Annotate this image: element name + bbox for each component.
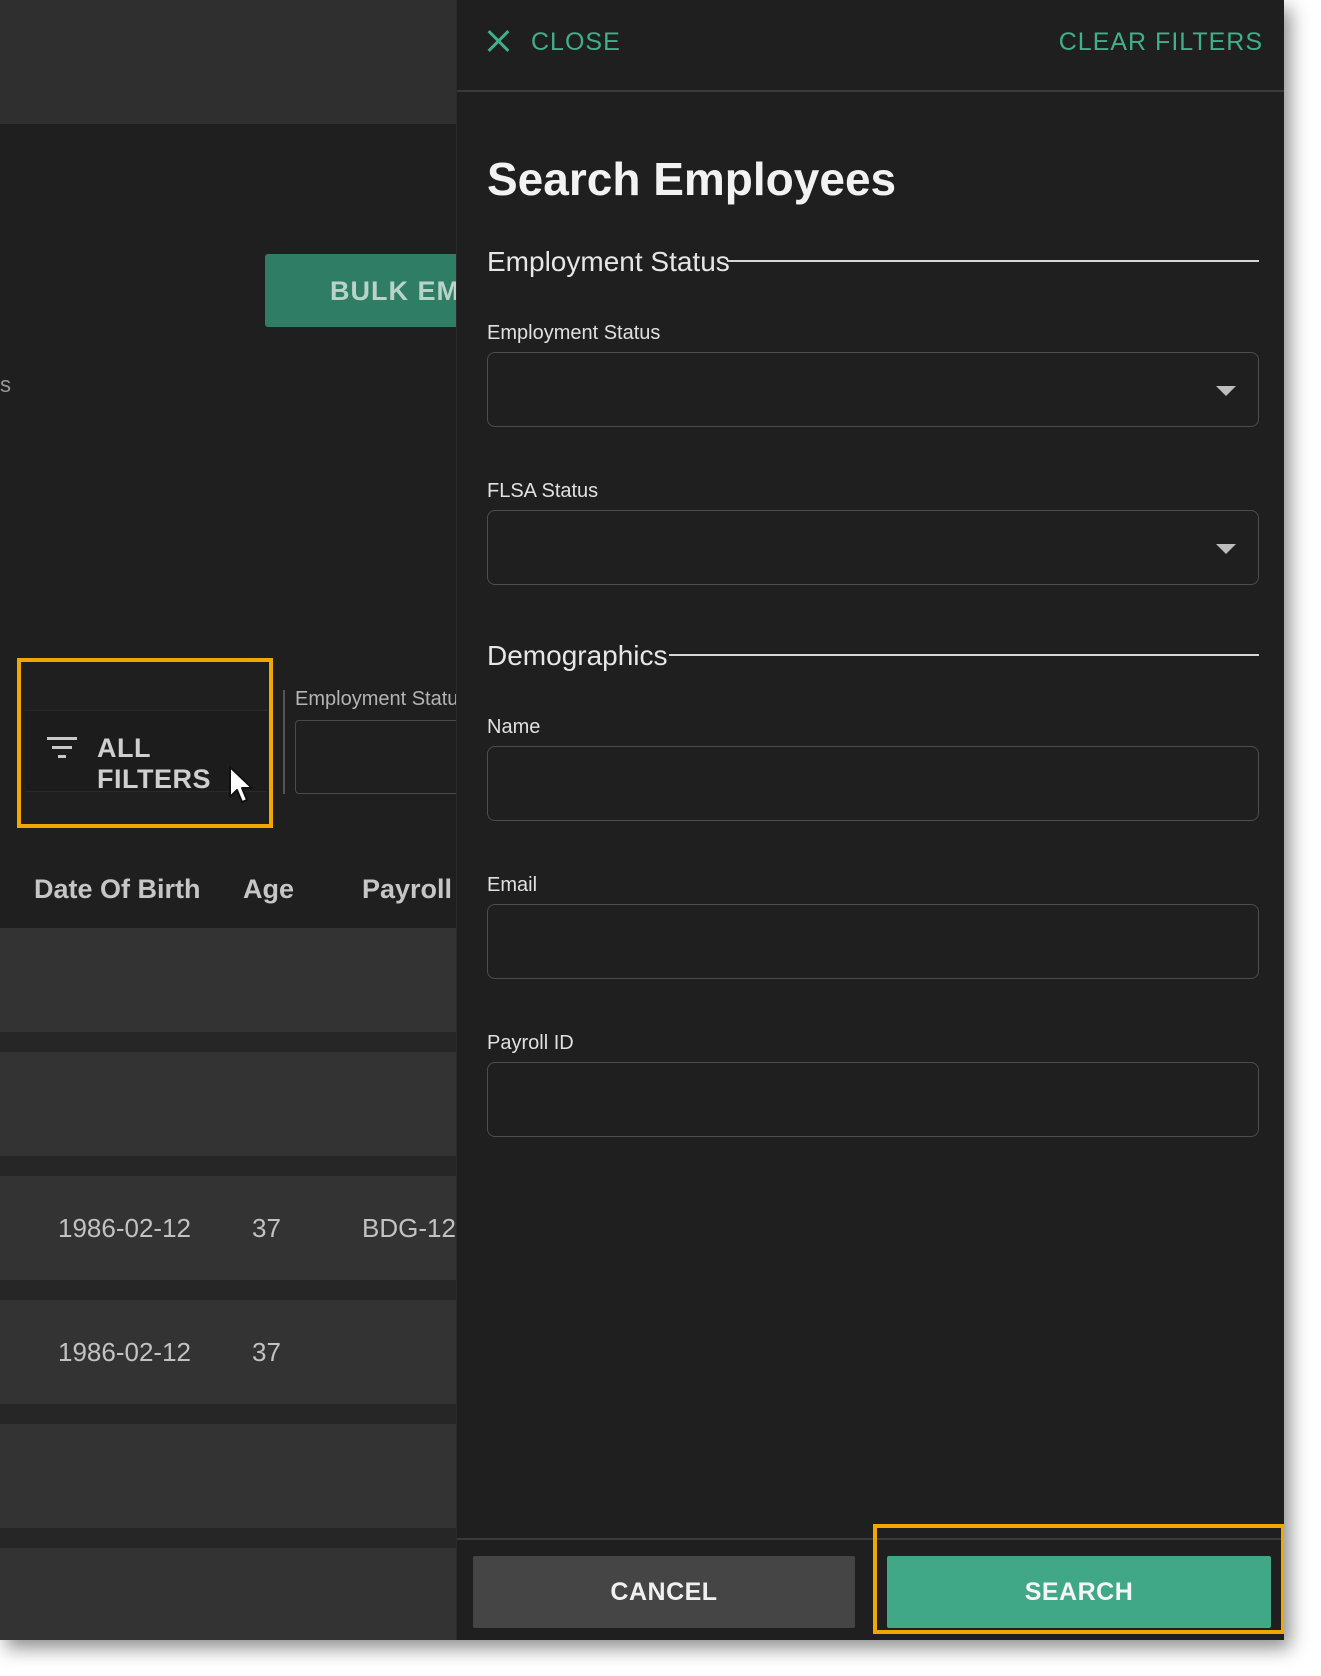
section-divider [669, 654, 1259, 656]
drawer-header: CLOSE CLEAR FILTERS [457, 0, 1284, 92]
section-heading-employment-status: Employment Status [487, 246, 730, 277]
drawer-title: Search Employees [487, 153, 897, 205]
table-row[interactable] [0, 1052, 460, 1160]
cell-date-of-birth: 1986-02-12 [58, 1213, 191, 1243]
chevron-down-icon [1216, 544, 1236, 554]
search-button-highlight: SEARCH [873, 1524, 1284, 1634]
name-input[interactable] [487, 746, 1259, 821]
bulk-employee-button[interactable]: BULK EMP [265, 254, 485, 327]
payroll-id-label: Payroll ID [487, 1032, 574, 1054]
flsa-status-label: FLSA Status [487, 480, 599, 502]
app-window: BULK EMP s ALL FILTERS Employment Statu … [0, 0, 1284, 1640]
row-separator [0, 1156, 460, 1176]
search-button[interactable]: SEARCH [887, 1556, 1271, 1628]
cell-payroll: BDG-12 [362, 1213, 456, 1243]
email-label: Email [487, 874, 538, 896]
employees-page [0, 124, 460, 960]
truncated-text: s [0, 372, 11, 397]
flsa-status-select[interactable] [487, 510, 1259, 585]
mouse-pointer-icon [229, 766, 253, 803]
close-icon[interactable] [487, 30, 509, 52]
table-row[interactable]: 1986-02-12 37 BDG-12 [0, 1176, 460, 1284]
close-button[interactable]: CLOSE [531, 28, 621, 57]
cell-age: 37 [252, 1213, 281, 1243]
employment-status-filter-label: Employment Statu [295, 688, 459, 710]
section-divider [727, 260, 1259, 262]
drawer-footer: CANCEL SEARCH [457, 1524, 1284, 1640]
column-header-payroll[interactable]: Payroll [362, 874, 452, 905]
employment-status-label: Employment Status [487, 322, 661, 344]
cell-date-of-birth: 1986-02-12 [58, 1337, 191, 1367]
section-heading-demographics: Demographics [487, 640, 668, 671]
column-header-date-of-birth[interactable]: Date Of Birth [34, 874, 201, 905]
row-separator [0, 1280, 460, 1300]
cell-age: 37 [252, 1337, 281, 1367]
row-separator [0, 1528, 460, 1548]
clear-filters-button[interactable]: CLEAR FILTERS [1059, 28, 1263, 57]
table-row[interactable] [0, 928, 460, 1036]
row-separator [0, 1032, 460, 1052]
column-header-age[interactable]: Age [243, 874, 294, 905]
payroll-id-input[interactable] [487, 1062, 1259, 1137]
filter-divider [283, 690, 285, 794]
table-row[interactable]: 1986-02-12 37 [0, 1300, 460, 1408]
app-top-bar [0, 0, 460, 124]
email-input[interactable] [487, 904, 1259, 979]
chevron-down-icon [1216, 386, 1236, 396]
employment-status-select[interactable] [487, 352, 1259, 427]
search-employees-drawer: CLOSE CLEAR FILTERS Search Employees Emp… [456, 0, 1284, 1640]
name-label: Name [487, 716, 541, 738]
row-separator [0, 1404, 460, 1424]
filter-icon [47, 737, 77, 761]
cancel-button[interactable]: CANCEL [473, 1556, 855, 1628]
table-row[interactable] [0, 1548, 460, 1640]
table-row[interactable] [0, 1424, 460, 1532]
